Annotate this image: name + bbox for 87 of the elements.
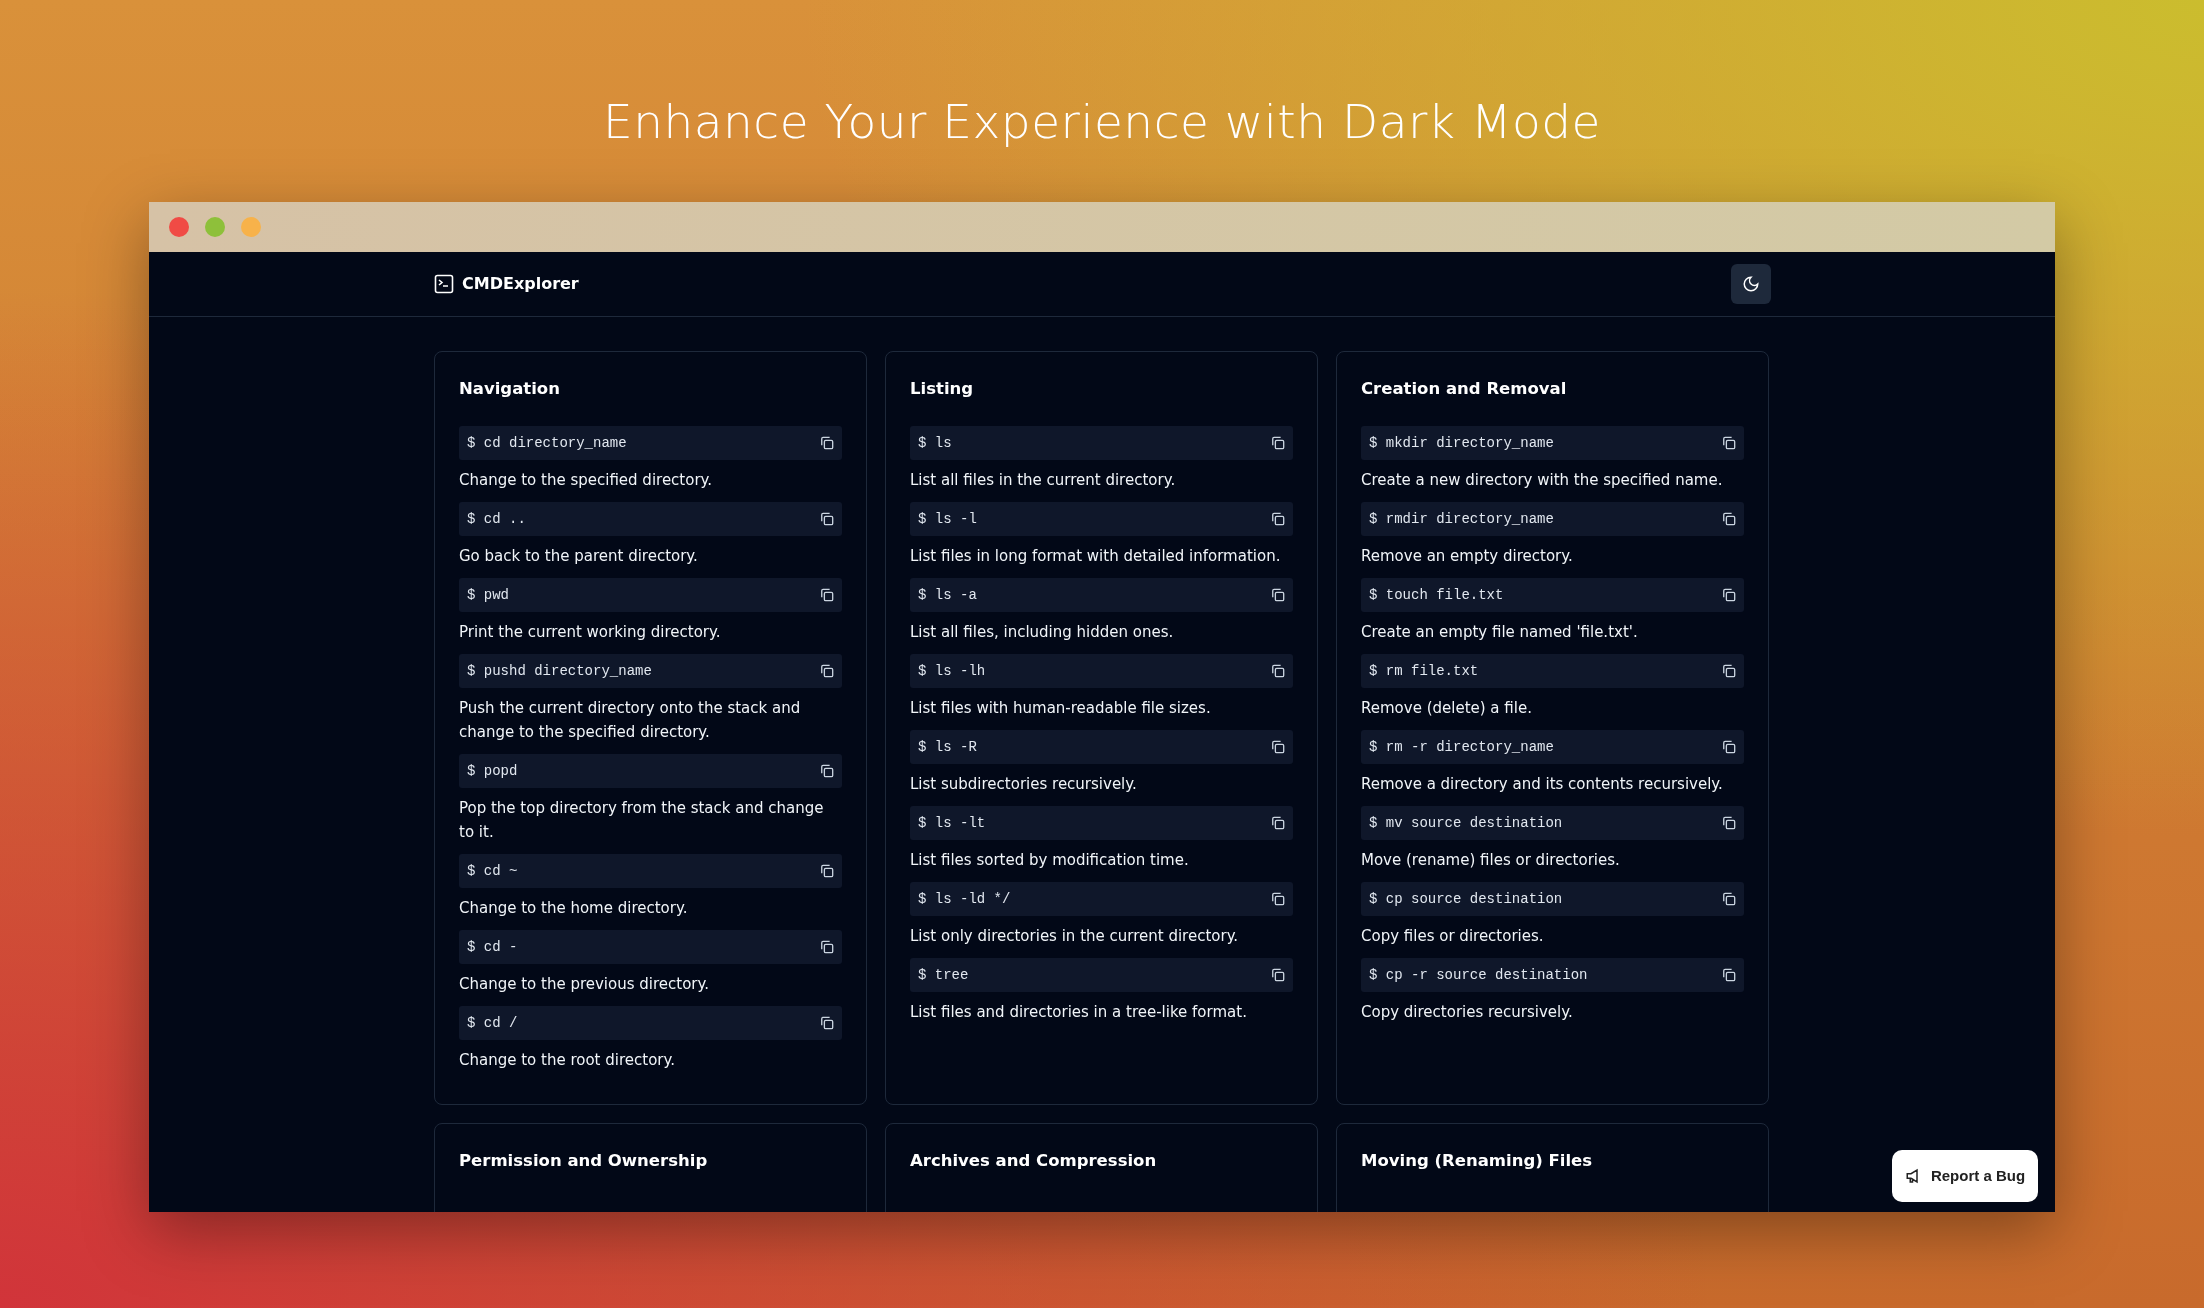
command-text: $ pushd directory_name xyxy=(467,661,652,681)
command-text: $ ls -l xyxy=(918,509,977,529)
command-description: Change to the root directory. xyxy=(459,1050,676,1071)
app-brand[interactable]: CMDExplorer xyxy=(462,272,579,296)
command-text: $ rm -r directory_name xyxy=(1369,737,1554,757)
command-text: $ cd / xyxy=(467,1013,518,1033)
copy-icon[interactable] xyxy=(1722,892,1736,906)
command-description: Change to the previous directory. xyxy=(459,974,711,995)
card-title: Listing xyxy=(910,378,975,400)
moon-icon xyxy=(1742,275,1760,293)
copy-icon[interactable] xyxy=(1271,588,1285,602)
command-description: Remove a directory and its contents recursively. xyxy=(1361,774,1724,795)
command-text: $ rmdir directory_name xyxy=(1369,509,1554,529)
card-title: Archives and Compression xyxy=(910,1150,1158,1172)
copy-icon[interactable] xyxy=(820,864,834,878)
command-description: Create a new directory with the specified name. xyxy=(1361,470,1724,491)
page-heading: Enhance Your Experience with Dark Mode xyxy=(601,93,1603,151)
command-text: $ pwd xyxy=(467,585,509,605)
command-description: List only directories in the current directory. xyxy=(910,926,1240,947)
copy-icon[interactable] xyxy=(1271,740,1285,754)
card-title: Moving (Renaming) Files xyxy=(1361,1150,1594,1172)
command-text: $ cp source destination xyxy=(1369,889,1563,909)
terminal-icon xyxy=(434,274,454,294)
copy-icon[interactable] xyxy=(1722,740,1736,754)
copy-icon[interactable] xyxy=(820,940,834,954)
command-description: Change to the home directory. xyxy=(459,898,689,919)
command-text: $ cd - xyxy=(467,937,518,957)
command-description: Copy directories recursively. xyxy=(1361,1002,1574,1023)
copy-icon[interactable] xyxy=(820,436,834,450)
command-text: $ tree xyxy=(918,965,969,985)
copy-icon[interactable] xyxy=(1722,664,1736,678)
copy-icon[interactable] xyxy=(820,1016,834,1030)
copy-icon[interactable] xyxy=(1271,512,1285,526)
copy-icon[interactable] xyxy=(820,588,834,602)
copy-icon[interactable] xyxy=(1722,968,1736,982)
card-title: Navigation xyxy=(459,378,561,400)
copy-icon[interactable] xyxy=(1271,968,1285,982)
copy-icon[interactable] xyxy=(1722,512,1736,526)
command-description: Create an empty file named 'file.txt'. xyxy=(1361,622,1639,643)
command-text: $ mkdir directory_name xyxy=(1369,433,1554,453)
command-description: List all files in the current directory. xyxy=(910,470,1177,491)
command-text: $ ls -ld */ xyxy=(918,889,1011,909)
command-text: $ popd xyxy=(467,761,518,781)
command-text: $ cd ~ xyxy=(467,861,518,881)
command-description: List files in long format with detailed information. xyxy=(910,546,1282,567)
window-control-dot[interactable] xyxy=(169,217,189,237)
command-description: Copy files or directories. xyxy=(1361,926,1545,947)
command-description: List files with human-readable file sizes. xyxy=(910,698,1212,719)
command-description: List all files, including hidden ones. xyxy=(910,622,1175,643)
command-text: $ mv source destination xyxy=(1369,813,1563,833)
window-control-dot[interactable] xyxy=(241,217,261,237)
command-description: Move (rename) files or directories. xyxy=(1361,850,1621,871)
command-description: Go back to the parent directory. xyxy=(459,546,699,567)
card-title: Creation and Removal xyxy=(1361,378,1568,400)
command-text: $ cd .. xyxy=(467,509,526,529)
copy-icon[interactable] xyxy=(820,664,834,678)
command-text: $ ls xyxy=(918,433,952,453)
command-text: $ cp -r source destination xyxy=(1369,965,1588,985)
command-description: Remove an empty directory. xyxy=(1361,546,1574,567)
command-description: List subdirectories recursively. xyxy=(910,774,1138,795)
command-text: $ ls -lt xyxy=(918,813,986,833)
copy-icon[interactable] xyxy=(1271,436,1285,450)
command-description: Print the current working directory. xyxy=(459,622,722,643)
command-text: $ touch file.txt xyxy=(1369,585,1504,605)
copy-icon[interactable] xyxy=(1722,816,1736,830)
copy-icon[interactable] xyxy=(820,512,834,526)
command-description: Pop the top directory from the stack and change to it. xyxy=(459,798,825,843)
window-control-dot[interactable] xyxy=(205,217,225,237)
command-description: Change to the specified directory. xyxy=(459,470,714,491)
report-bug-button[interactable]: Report a Bug xyxy=(1892,1150,2038,1202)
command-text: $ ls -lh xyxy=(918,661,986,681)
copy-icon[interactable] xyxy=(1271,664,1285,678)
command-description: Push the current directory onto the stack and change to the specified directory. xyxy=(459,698,802,743)
copy-icon[interactable] xyxy=(1271,892,1285,906)
command-description: Remove (delete) a file. xyxy=(1361,698,1533,719)
theme-toggle-button[interactable] xyxy=(1731,264,1771,304)
copy-icon[interactable] xyxy=(1722,436,1736,450)
copy-icon[interactable] xyxy=(1722,588,1736,602)
card-title: Permission and Ownership xyxy=(459,1150,709,1172)
command-text: $ rm file.txt xyxy=(1369,661,1479,681)
command-description: List files sorted by modification time. xyxy=(910,850,1190,871)
command-text: $ ls -R xyxy=(918,737,977,757)
command-text: $ ls -a xyxy=(918,585,977,605)
copy-icon[interactable] xyxy=(1271,816,1285,830)
copy-icon[interactable] xyxy=(820,764,834,778)
command-text: $ cd directory_name xyxy=(467,433,627,453)
command-description: List files and directories in a tree-like format. xyxy=(910,1002,1248,1023)
